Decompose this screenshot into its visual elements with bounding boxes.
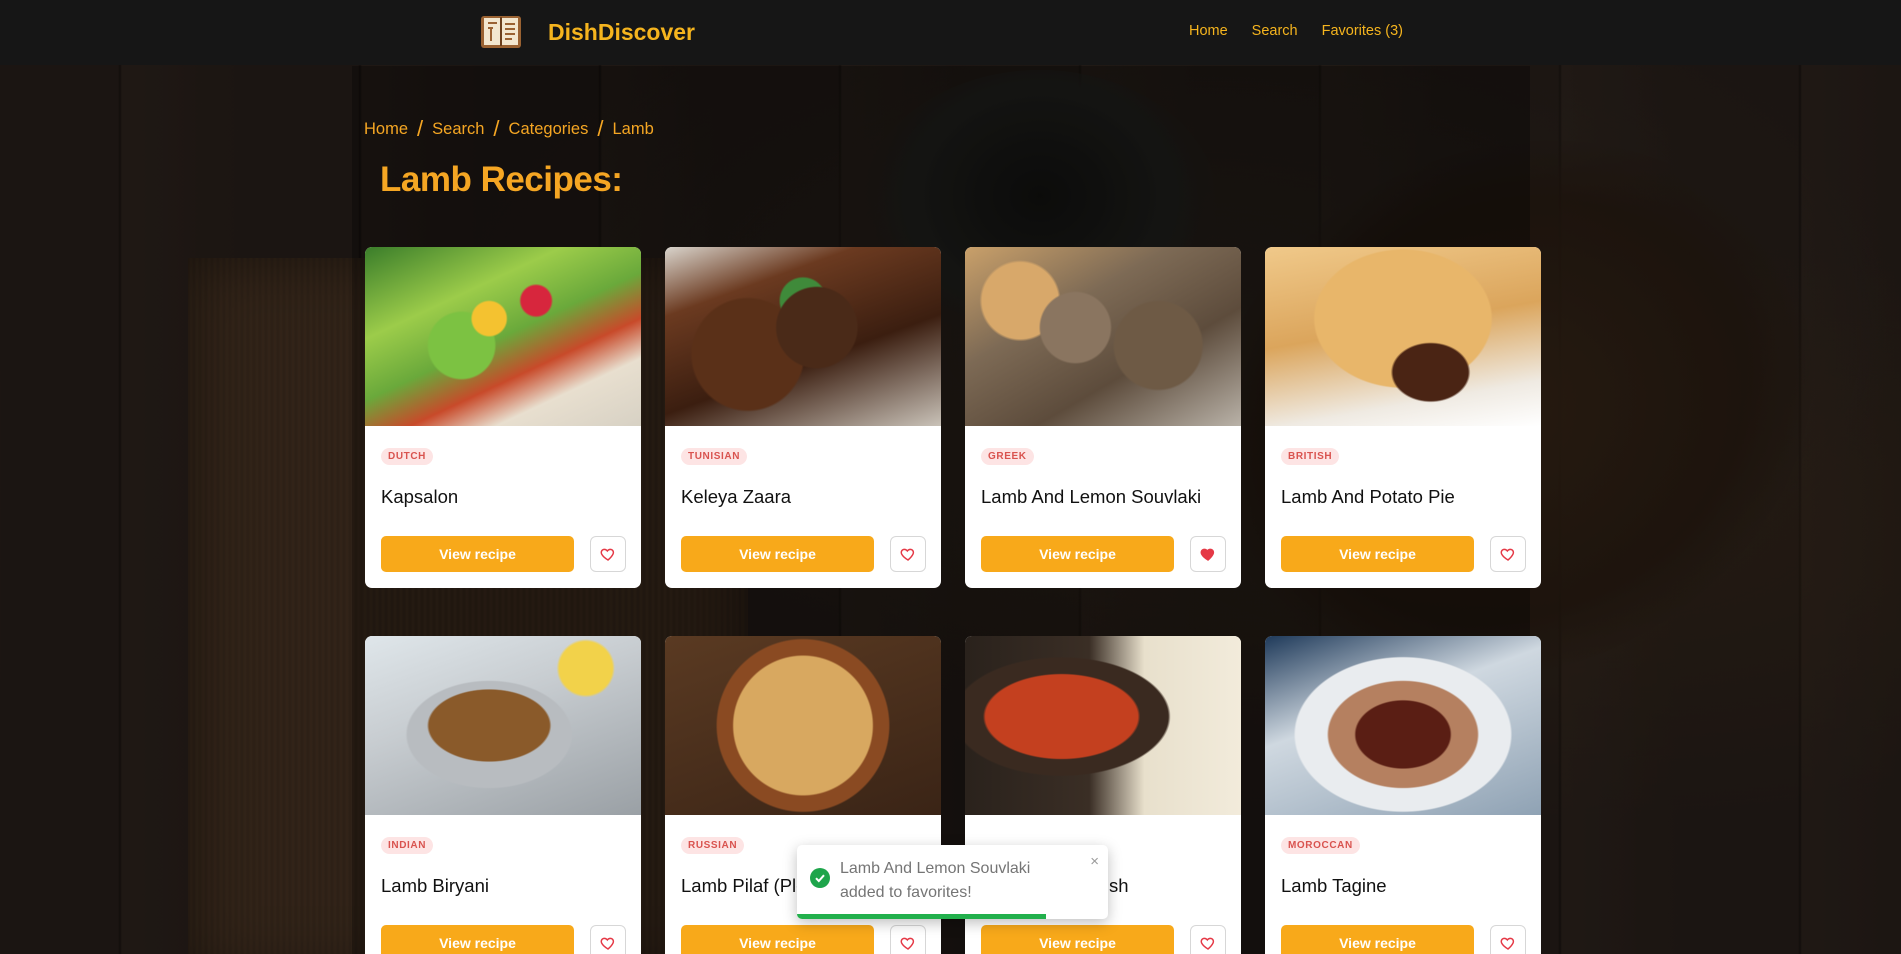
breadcrumb-categories[interactable]: Categories	[509, 120, 589, 139]
heart-filled-icon	[1200, 548, 1215, 561]
toast-notification: Lamb And Lemon Souvlaki added to favorit…	[797, 845, 1108, 919]
view-recipe-button[interactable]: View recipe	[981, 925, 1174, 954]
page-title: Lamb Recipes:	[380, 160, 623, 199]
breadcrumb-separator: /	[597, 116, 604, 141]
toast-progress-bar	[797, 914, 1046, 919]
heart-outline-icon	[900, 548, 915, 561]
heart-outline-icon	[1500, 937, 1515, 950]
recipe-card: MOROCCAN Lamb Tagine View recipe	[1265, 636, 1541, 954]
toast-message: Lamb And Lemon Souvlaki added to favorit…	[840, 860, 1031, 901]
cuisine-badge: MOROCCAN	[1281, 837, 1360, 854]
favorite-button[interactable]	[890, 925, 926, 954]
navbar: DishDiscover Home Search Favorites (3)	[0, 0, 1901, 65]
recipe-title: sh	[1109, 875, 1129, 896]
cuisine-badge: BRITISH	[1281, 448, 1340, 465]
recipe-image[interactable]	[1265, 636, 1541, 815]
view-recipe-button[interactable]: View recipe	[381, 536, 574, 572]
nav-link-search[interactable]: Search	[1252, 23, 1298, 39]
heart-outline-icon	[1500, 548, 1515, 561]
breadcrumb-separator: /	[417, 116, 424, 141]
recipe-card: BRITISH Lamb And Potato Pie View recipe	[1265, 247, 1541, 588]
breadcrumb-lamb: Lamb	[612, 119, 654, 138]
nav-link-favorites[interactable]: Favorites (3)	[1322, 23, 1403, 39]
cuisine-badge: RUSSIAN	[681, 837, 745, 854]
recipe-book-icon	[481, 16, 521, 48]
recipe-image[interactable]	[965, 247, 1241, 426]
heart-outline-icon	[1200, 937, 1215, 950]
heart-outline-icon	[600, 548, 615, 561]
nav-link-home[interactable]: Home	[1189, 23, 1228, 39]
breadcrumb: Home / Search / Categories / Lamb	[364, 116, 654, 142]
favorite-button[interactable]	[1190, 536, 1226, 572]
cuisine-badge: INDIAN	[381, 837, 434, 854]
favorite-button[interactable]	[1490, 536, 1526, 572]
breadcrumb-home[interactable]: Home	[364, 120, 408, 139]
recipe-title: Lamb Pilaf (Plo	[681, 875, 807, 896]
view-recipe-button[interactable]: View recipe	[381, 925, 574, 954]
favorite-button[interactable]	[1490, 925, 1526, 954]
recipe-image[interactable]	[1265, 247, 1541, 426]
brand[interactable]: DishDiscover	[480, 14, 695, 50]
breadcrumb-separator: /	[493, 116, 500, 141]
check-circle-icon	[810, 868, 830, 888]
favorite-button[interactable]	[890, 536, 926, 572]
recipe-title: Lamb Tagine	[1281, 875, 1387, 896]
recipe-title: Lamb And Lemon Souvlaki	[981, 486, 1202, 507]
view-recipe-button[interactable]: View recipe	[1281, 536, 1474, 572]
recipe-card: GREEK Lamb And Lemon Souvlaki View recip…	[965, 247, 1241, 588]
cuisine-badge: GREEK	[981, 448, 1034, 465]
view-recipe-button[interactable]: View recipe	[1281, 925, 1474, 954]
cuisine-badge: DUTCH	[381, 448, 433, 465]
favorite-button[interactable]	[1190, 925, 1226, 954]
view-recipe-button[interactable]: View recipe	[681, 925, 874, 954]
heart-outline-icon	[600, 937, 615, 950]
heart-outline-icon	[900, 937, 915, 950]
recipe-card: DUTCH Kapsalon View recipe	[365, 247, 641, 588]
recipe-title: Keleya Zaara	[681, 486, 792, 507]
recipe-image[interactable]	[365, 636, 641, 815]
favorite-button[interactable]	[590, 536, 626, 572]
recipe-title: Kapsalon	[381, 486, 459, 507]
recipe-image[interactable]	[665, 636, 941, 815]
brand-name: DishDiscover	[548, 18, 696, 45]
breadcrumb-search[interactable]: Search	[432, 120, 484, 139]
recipe-image[interactable]	[365, 247, 641, 426]
recipe-image[interactable]	[665, 247, 941, 426]
recipe-title: Lamb And Potato Pie	[1281, 486, 1455, 507]
view-recipe-button[interactable]: View recipe	[981, 536, 1174, 572]
nav-links: Home Search Favorites (3)	[1189, 23, 1403, 39]
recipe-card: INDIAN Lamb Biryani View recipe	[365, 636, 641, 954]
recipe-title: Lamb Biryani	[381, 875, 489, 896]
recipe-image[interactable]	[965, 636, 1241, 815]
recipe-card: TUNISIAN Keleya Zaara View recipe	[665, 247, 941, 588]
cuisine-badge: TUNISIAN	[681, 448, 748, 465]
view-recipe-button[interactable]: View recipe	[681, 536, 874, 572]
favorite-button[interactable]	[590, 925, 626, 954]
close-icon[interactable]: ×	[1090, 854, 1099, 869]
